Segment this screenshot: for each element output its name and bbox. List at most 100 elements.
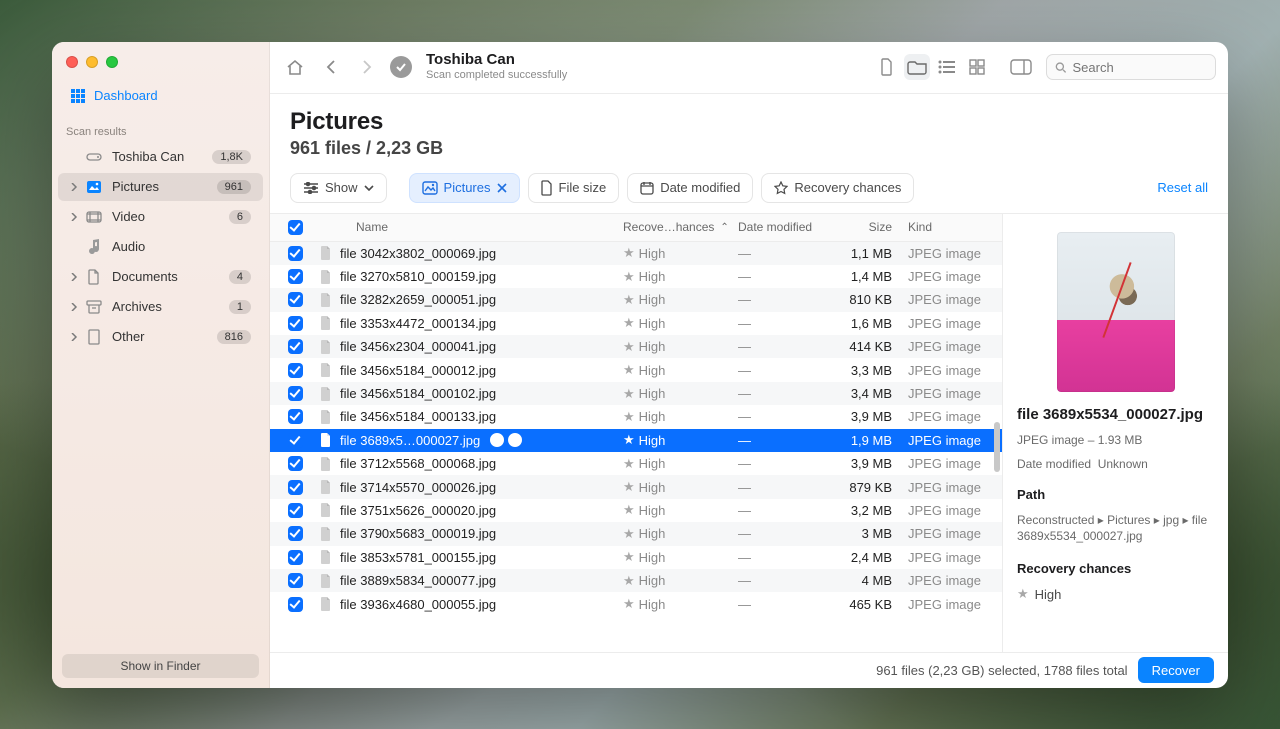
filter-file-size[interactable]: File size xyxy=(528,173,620,203)
row-checkbox[interactable] xyxy=(280,480,310,495)
row-checkbox[interactable] xyxy=(280,433,310,448)
row-checkbox[interactable] xyxy=(280,316,310,331)
table-row[interactable]: file 3042x3802_000069.jpg★High—1,1 MBJPE… xyxy=(270,242,1002,265)
scrollbar-thumb[interactable] xyxy=(994,422,1000,472)
table-row[interactable]: file 3282x2659_000051.jpg★High—810 KBJPE… xyxy=(270,288,1002,311)
row-checkbox[interactable] xyxy=(280,339,310,354)
table-row[interactable]: file 3456x5184_000133.jpg★High—3,9 MBJPE… xyxy=(270,405,1002,428)
file-name-text: file 3714x5570_000026.jpg xyxy=(340,480,496,495)
filter-date-modified[interactable]: Date modified xyxy=(627,173,753,203)
row-name: file 3042x3802_000069.jpg xyxy=(310,245,615,261)
tag-icon xyxy=(508,433,522,447)
chevron-right-icon xyxy=(70,333,80,341)
show-menu-label: Show xyxy=(325,180,358,195)
reset-filters-link[interactable]: Reset all xyxy=(1157,180,1208,195)
row-size: 1,6 MB xyxy=(830,316,900,331)
sidebar-item-audio[interactable]: Audio xyxy=(58,233,263,261)
file-icon xyxy=(318,409,334,425)
col-size[interactable]: Size xyxy=(830,220,900,234)
clear-filter-icon[interactable] xyxy=(497,183,507,193)
inspector-recovery-value: ★ High xyxy=(1017,586,1214,602)
row-name: file 3456x5184_000133.jpg xyxy=(310,409,615,425)
view-grid-icon[interactable] xyxy=(964,54,990,80)
table-row[interactable]: file 3353x4472_000134.jpg★High—1,6 MBJPE… xyxy=(270,312,1002,335)
sidebar-item-video[interactable]: Video 6 xyxy=(58,203,263,231)
search-field[interactable] xyxy=(1046,54,1216,80)
recovery-text: High xyxy=(639,526,666,541)
view-file-icon[interactable] xyxy=(874,54,900,80)
row-checkbox[interactable] xyxy=(280,386,310,401)
row-checkbox[interactable] xyxy=(280,550,310,565)
close-window-button[interactable] xyxy=(66,56,78,68)
col-name[interactable]: Name xyxy=(310,220,615,234)
filter-pictures[interactable]: Pictures xyxy=(409,173,520,203)
filter-recovery[interactable]: Recovery chances xyxy=(761,173,914,203)
row-checkbox[interactable] xyxy=(280,526,310,541)
scan-status-icon xyxy=(390,56,412,78)
show-menu[interactable]: Show xyxy=(290,173,387,203)
row-checkbox[interactable] xyxy=(280,363,310,378)
inspector-date: Date modified Unknown xyxy=(1017,457,1214,471)
show-in-finder-button[interactable]: Show in Finder xyxy=(62,654,259,678)
table-row[interactable]: file 3456x5184_000012.jpg★High—3,3 MBJPE… xyxy=(270,358,1002,381)
view-list-icon[interactable] xyxy=(934,54,960,80)
table-row[interactable]: file 3270x5810_000159.jpg★High—1,4 MBJPE… xyxy=(270,265,1002,288)
table-row[interactable]: file 3714x5570_000026.jpg★High—879 KBJPE… xyxy=(270,475,1002,498)
table-row[interactable]: file 3456x5184_000102.jpg★High—3,4 MBJPE… xyxy=(270,382,1002,405)
toggle-inspector-button[interactable] xyxy=(1006,54,1036,80)
table-row[interactable]: file 3456x2304_000041.jpg★High—414 KBJPE… xyxy=(270,335,1002,358)
row-checkbox[interactable] xyxy=(280,456,310,471)
sidebar-item-archives[interactable]: Archives 1 xyxy=(58,293,263,321)
row-recovery: ★High xyxy=(615,549,730,565)
table-row[interactable]: file 3889x5834_000077.jpg★High—4 MBJPEG … xyxy=(270,569,1002,592)
star-icon: ★ xyxy=(623,526,635,542)
row-kind: JPEG image xyxy=(900,363,1002,378)
file-icon xyxy=(318,456,334,472)
filter-date-label: Date modified xyxy=(660,180,740,195)
table-row[interactable]: file 3712x5568_000068.jpg★High—3,9 MBJPE… xyxy=(270,452,1002,475)
table-row[interactable]: file 3936x4680_000055.jpg★High—465 KBJPE… xyxy=(270,592,1002,615)
row-size: 1,1 MB xyxy=(830,246,900,261)
col-date[interactable]: Date modified xyxy=(730,220,830,234)
home-button[interactable] xyxy=(282,54,308,80)
table-row[interactable]: file 3790x5683_000019.jpg★High—3 MBJPEG … xyxy=(270,522,1002,545)
search-input[interactable] xyxy=(1073,60,1208,75)
sidebar-item-badge: 6 xyxy=(229,210,251,224)
back-button[interactable] xyxy=(318,54,344,80)
zoom-window-button[interactable] xyxy=(106,56,118,68)
row-size: 3 MB xyxy=(830,526,900,541)
select-all-checkbox[interactable] xyxy=(280,220,310,235)
row-size: 4 MB xyxy=(830,573,900,588)
row-kind: JPEG image xyxy=(900,550,1002,565)
audio-icon xyxy=(86,239,102,255)
sidebar-item-drive[interactable]: Toshiba Can 1,8K xyxy=(58,143,263,171)
sidebar-item-pictures[interactable]: Pictures 961 xyxy=(58,173,263,201)
row-date: — xyxy=(730,526,830,541)
row-size: 3,2 MB xyxy=(830,503,900,518)
row-date: — xyxy=(730,292,830,307)
row-checkbox[interactable] xyxy=(280,503,310,518)
minimize-window-button[interactable] xyxy=(86,56,98,68)
row-checkbox[interactable] xyxy=(280,269,310,284)
row-checkbox[interactable] xyxy=(280,597,310,612)
forward-button[interactable] xyxy=(354,54,380,80)
col-recovery[interactable]: Recove…hances⌃ xyxy=(615,220,730,234)
row-date: — xyxy=(730,456,830,471)
filter-recovery-label: Recovery chances xyxy=(794,180,901,195)
row-checkbox[interactable] xyxy=(280,409,310,424)
row-checkbox[interactable] xyxy=(280,246,310,261)
table-row[interactable]: file 3751x5626_000020.jpg★High—3,2 MBJPE… xyxy=(270,499,1002,522)
col-kind[interactable]: Kind xyxy=(900,220,1002,234)
table-row[interactable]: file 3689x5…000027.jpg ★High—1,9 MBJPEG … xyxy=(270,429,1002,452)
file-name-text: file 3853x5781_000155.jpg xyxy=(340,550,496,565)
table-row[interactable]: file 3853x5781_000155.jpg★High—2,4 MBJPE… xyxy=(270,546,1002,569)
row-checkbox[interactable] xyxy=(280,292,310,307)
sidebar-item-documents[interactable]: Documents 4 xyxy=(58,263,263,291)
recover-button[interactable]: Recover xyxy=(1138,657,1214,683)
row-recovery: ★High xyxy=(615,245,730,261)
view-folder-icon[interactable] xyxy=(904,54,930,80)
dashboard-link[interactable]: Dashboard xyxy=(58,80,263,112)
row-checkbox[interactable] xyxy=(280,573,310,588)
sidebar-item-other[interactable]: Other 816 xyxy=(58,323,263,351)
page-title: Pictures xyxy=(290,108,1208,136)
